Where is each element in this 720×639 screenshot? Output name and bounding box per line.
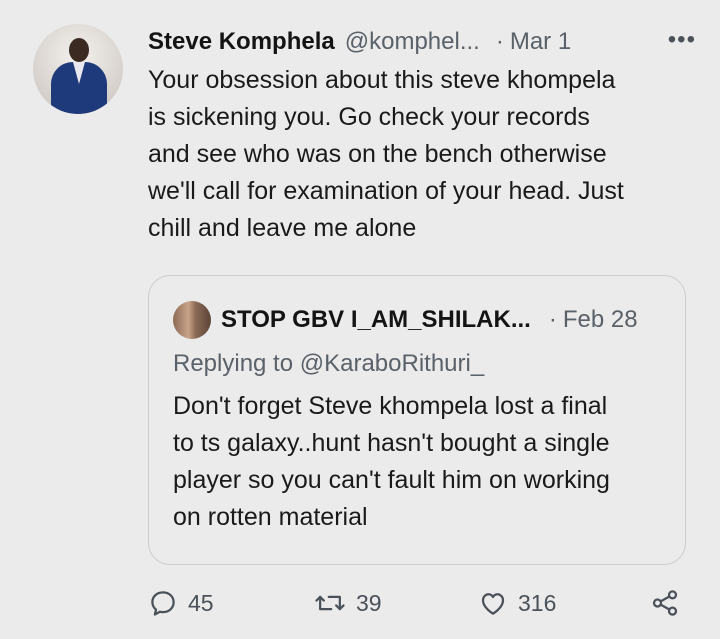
quoted-tweet-header: STOP GBV I_AM_SHILAK... · Feb 28 [221,302,665,338]
quoted-tweet[interactable]: STOP GBV I_AM_SHILAK... · Feb 28 Replyin… [148,275,686,565]
reply-button[interactable]: 45 [148,588,214,618]
share-button[interactable] [650,588,680,618]
quoted-author-name: STOP GBV I_AM_SHILAK... [221,306,531,333]
reply-count: 45 [188,589,214,616]
replying-to-label: Replying to @KaraboRithuri_ [173,350,485,377]
author-avatar[interactable] [33,24,123,114]
quoted-header-separator: · [548,306,557,333]
tweet-header: Steve Komphela @komphel... · Mar 1 [148,26,690,58]
like-count: 316 [518,589,557,616]
retweet-button[interactable]: 39 [314,588,382,618]
header-separator: · [495,28,504,55]
author-name[interactable]: Steve Komphela [148,26,335,58]
like-button[interactable]: 316 [478,588,556,618]
retweet-icon [314,588,346,618]
tweet-date[interactable]: Mar 1 [510,26,571,58]
quoted-author-avatar [173,301,211,339]
share-icon [650,588,680,618]
reply-icon [148,588,178,618]
quoted-tweet-date: Feb 28 [562,306,638,333]
retweet-count: 39 [356,589,382,616]
tweet-actions: 45 39 316 [148,588,696,624]
more-options-icon[interactable]: ••• [668,26,696,54]
author-handle[interactable]: @komphel... [345,26,480,58]
avatar-head [69,38,89,62]
quoted-tweet-text: Don't forget Steve khompela lost a final… [173,392,610,531]
heart-icon [478,588,508,618]
tweet-text: Your obsession about this steve khompela… [148,66,624,242]
